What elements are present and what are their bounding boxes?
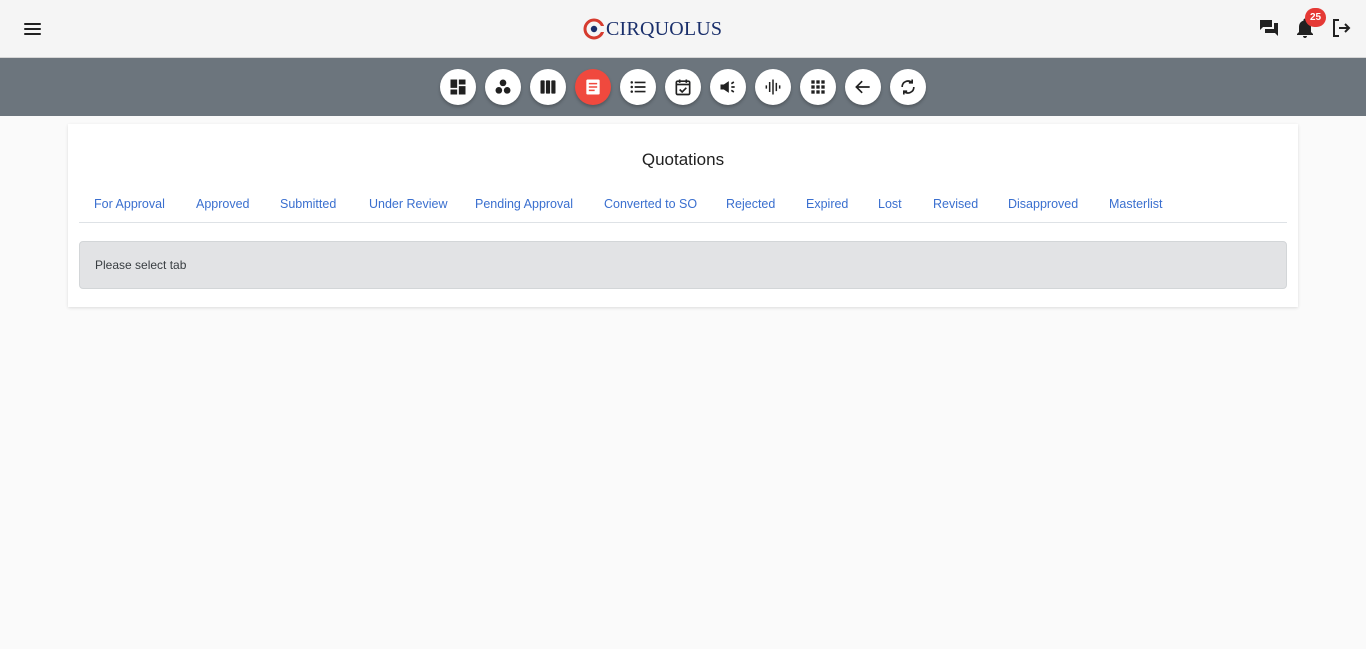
tab-masterlist[interactable]: Masterlist: [1109, 197, 1162, 211]
quotations-button[interactable]: [575, 69, 611, 105]
brand-mark-icon: [583, 18, 605, 40]
workspaces-button[interactable]: [485, 69, 521, 105]
event-available-icon: [675, 79, 691, 96]
tab-under-review[interactable]: Under Review: [369, 197, 448, 211]
page-title: Quotations: [641, 150, 725, 169]
tab-pending-approval[interactable]: Pending Approval: [475, 197, 573, 211]
tab-approved[interactable]: Approved: [196, 197, 250, 211]
sync-icon: [901, 79, 915, 95]
apps-button[interactable]: [800, 69, 836, 105]
list-button[interactable]: [620, 69, 656, 105]
dashboard-icon: [450, 79, 466, 95]
info-alert: Please select tab: [79, 241, 1287, 289]
module-toolbar: [0, 58, 1366, 116]
notification-badge: 25: [1305, 8, 1326, 27]
logout-icon[interactable]: [1329, 16, 1353, 40]
alert-message: Please select tab: [95, 258, 187, 272]
campaign-icon: [720, 81, 735, 93]
quotations-card: Quotations For Approval Approved Submitt…: [68, 124, 1298, 307]
tab-converted-to-so[interactable]: Converted to SO: [604, 197, 697, 211]
tab-submitted[interactable]: Submitted: [280, 197, 336, 211]
graphic-eq-icon: [765, 79, 781, 95]
back-button[interactable]: [845, 69, 881, 105]
dashboard-button[interactable]: [440, 69, 476, 105]
columns-button[interactable]: [530, 69, 566, 105]
article-icon: [586, 79, 600, 95]
apps-icon: [811, 80, 825, 94]
tab-lost[interactable]: Lost: [878, 197, 902, 211]
quotation-tabs: For Approval Approved Submitted Under Re…: [79, 194, 1287, 223]
view-column-icon: [540, 80, 556, 94]
top-header: CIRQUOLUS 25: [0, 0, 1366, 58]
menu-icon[interactable]: [20, 17, 45, 41]
tab-disapproved[interactable]: Disapproved: [1008, 197, 1078, 211]
tab-for-approval[interactable]: For Approval: [94, 197, 165, 211]
brand-name: CIRQUOLUS: [606, 17, 723, 40]
refresh-button[interactable]: [890, 69, 926, 105]
tab-revised[interactable]: Revised: [933, 197, 978, 211]
calendar-button[interactable]: [665, 69, 701, 105]
workspaces-icon: [495, 79, 511, 94]
arrow-back-icon: [855, 80, 870, 94]
brand-logo[interactable]: CIRQUOLUS: [583, 15, 722, 43]
list-icon: [630, 81, 646, 93]
campaign-button[interactable]: [710, 69, 746, 105]
tab-rejected[interactable]: Rejected: [726, 197, 775, 211]
tab-expired[interactable]: Expired: [806, 197, 848, 211]
audio-button[interactable]: [755, 69, 791, 105]
chat-icon[interactable]: [1257, 16, 1281, 40]
